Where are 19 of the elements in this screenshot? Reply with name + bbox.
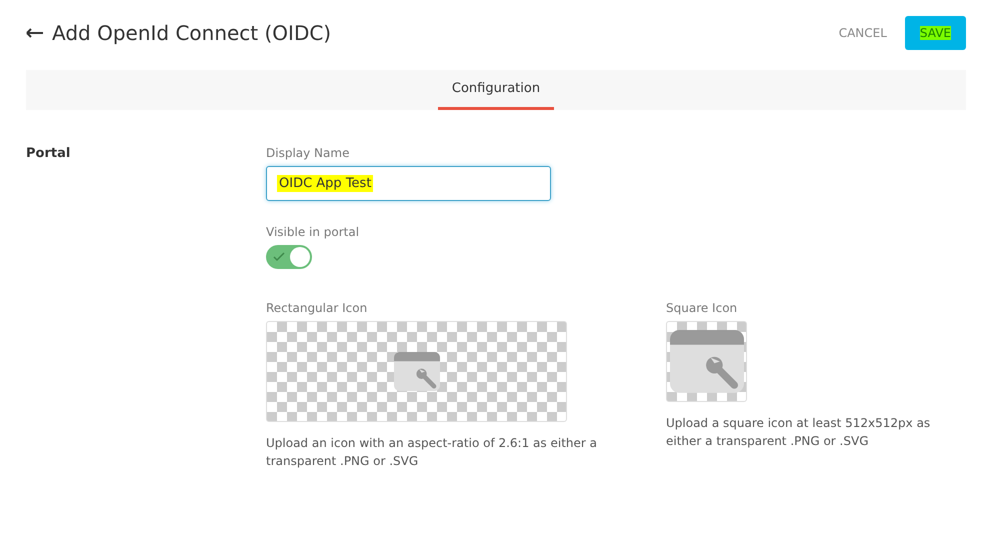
app-wrench-icon: [394, 352, 440, 392]
icon-upload-area[interactable]: [666, 321, 747, 402]
app-wrench-icon: [670, 330, 744, 393]
back-arrow-icon[interactable]: [26, 28, 44, 38]
save-button[interactable]: SAVE: [904, 16, 966, 50]
field-label: Display Name: [266, 146, 350, 160]
field-label: Rectangular Icon: [266, 301, 368, 315]
upload-hint: Upload an icon with an aspect-ratio of 2.6:1 as either a transparent .PNG or .SVG: [266, 435, 598, 470]
upload-hint: Upload a square icon at least 512x512px as either a transparent .PNG or .SVG: [666, 415, 932, 450]
display-name-field[interactable]: OIDC App Test: [266, 166, 551, 201]
icon-upload-area[interactable]: [266, 321, 567, 422]
cancel-button[interactable]: CANCEL: [830, 18, 895, 48]
tab[interactable]: Configuration: [438, 70, 554, 110]
check-icon: [273, 252, 285, 262]
field-label: Square Icon: [666, 301, 738, 315]
visible-toggle[interactable]: [266, 245, 312, 269]
page-title: Add OpenId Connect (OIDC): [52, 21, 332, 45]
section-label: Portal: [26, 146, 72, 163]
field-label: Visible in portal: [266, 225, 360, 239]
